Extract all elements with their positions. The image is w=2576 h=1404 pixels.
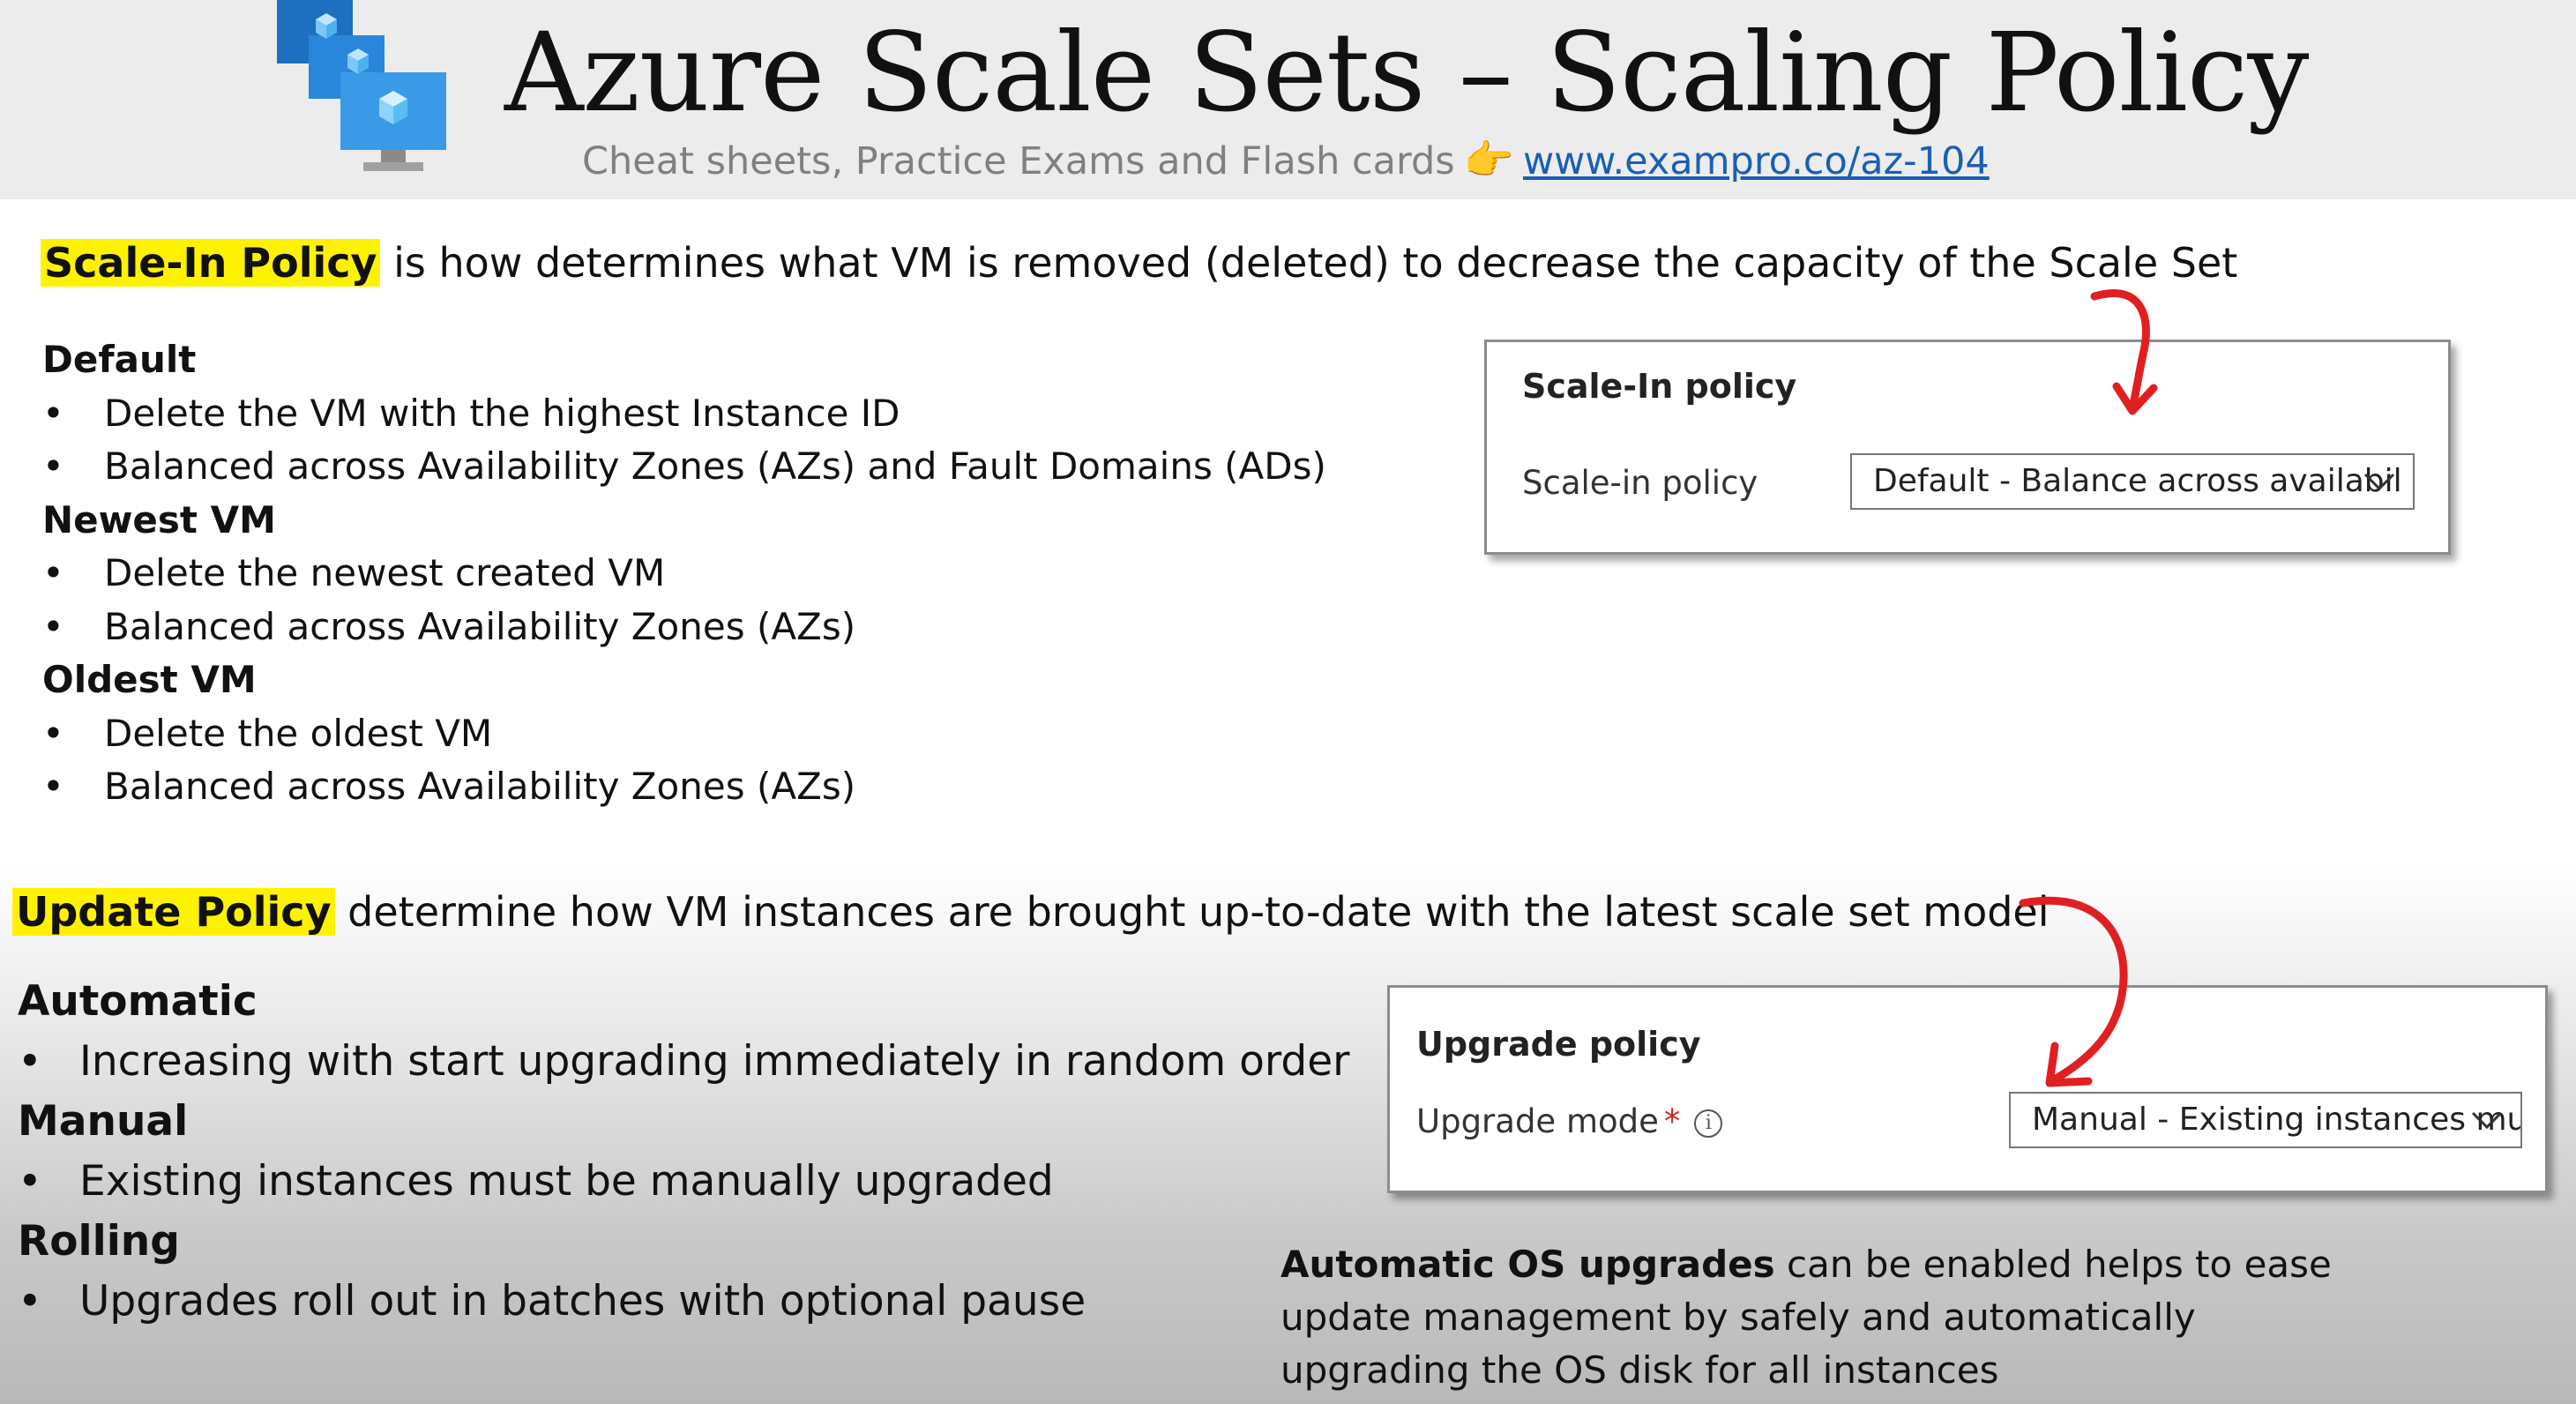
- select-value: Default - Balance across availabil: [1873, 463, 2402, 499]
- list-item: Balanced across Availability Zones (AZs): [42, 601, 1326, 654]
- upgrade-mode-select[interactable]: Manual - Existing instances mu: [2009, 1092, 2522, 1148]
- chevron-down-icon: [2363, 473, 2395, 491]
- header-bar: Azure Scale Sets – Scaling Policy Cheat …: [0, 0, 2576, 199]
- upgrade-policy-panel: Upgrade policy Upgrade mode * i Manual - E…: [1387, 985, 2548, 1193]
- note-line-1-rest: can be enabled helps to ease: [1774, 1243, 2332, 1286]
- scale-in-policy-panel: Scale-In policy Scale-in policy Default …: [1484, 340, 2451, 555]
- update-policy-intro-text: determine how VM instances are brought u…: [334, 888, 2050, 936]
- list-item: Balanced across Availability Zones (AZs): [42, 760, 1326, 814]
- list-item: Existing instances must be manually upgr…: [18, 1152, 1349, 1212]
- note-bold: Automatic OS upgrades: [1281, 1243, 1775, 1286]
- option-heading: Default: [42, 338, 197, 381]
- azure-vm-scale-set-icon: [277, 0, 446, 171]
- page-title: Azure Scale Sets – Scaling Policy: [504, 10, 2309, 137]
- option-heading: Rolling: [18, 1217, 180, 1266]
- option-heading: Newest VM: [42, 497, 276, 541]
- panel-title: Upgrade policy: [1416, 1025, 1701, 1064]
- upgrade-mode-label: Upgrade mode * i: [1416, 1102, 1723, 1140]
- update-policy-highlight: Update Policy: [12, 888, 335, 936]
- subtitle-text: Cheat sheets, Practice Exams and Flash c…: [582, 139, 1455, 183]
- list-item: Balanced across Availability Zones (AZs)…: [42, 440, 1326, 494]
- scale-in-policy-select[interactable]: Default - Balance across availabil: [1850, 453, 2415, 510]
- scale-in-highlight: Scale-In Policy: [41, 239, 381, 287]
- option-heading: Oldest VM: [42, 658, 257, 701]
- scale-in-options: Default Delete the VM with the highest I…: [42, 333, 1326, 814]
- note-line-1: Automatic OS upgrades can be enabled hel…: [1281, 1238, 2332, 1291]
- chevron-down-icon: [2471, 1111, 2503, 1130]
- red-arrow: [2019, 896, 2128, 1087]
- os-upgrades-note: Automatic OS upgrades can be enabled hel…: [1281, 1238, 2332, 1397]
- list-item: Increasing with start upgrading immediat…: [18, 1032, 1349, 1092]
- list-item: Delete the oldest VM: [42, 707, 1326, 761]
- subtitle: Cheat sheets, Practice Exams and Flash c…: [582, 132, 1990, 189]
- list-item: Delete the VM with the highest Instance …: [42, 387, 1326, 441]
- note-line-3: upgrading the OS disk for all instances: [1281, 1348, 1999, 1392]
- update-policy-intro: Update Policy determine how VM instances…: [12, 884, 2050, 940]
- update-policy-options: Automatic Increasing with start upgradin…: [18, 972, 1349, 1332]
- option-heading: Automatic: [18, 977, 258, 1026]
- required-mark: *: [1663, 1102, 1681, 1140]
- upgrade-mode-label-text: Upgrade mode: [1416, 1102, 1659, 1140]
- pointing-hand-icon: 👉: [1463, 136, 1514, 183]
- panel-title: Scale-In policy: [1522, 367, 1797, 406]
- red-arrow: [2090, 289, 2158, 415]
- note-line-2: update management by safely and automati…: [1281, 1296, 2196, 1339]
- info-icon[interactable]: i: [1694, 1109, 1723, 1138]
- option-heading: Manual: [18, 1097, 189, 1146]
- list-item: Upgrades roll out in batches with option…: [18, 1272, 1349, 1332]
- exampro-link[interactable]: www.exampro.co/az-104: [1523, 139, 1990, 183]
- list-item: Delete the newest created VM: [42, 547, 1326, 601]
- select-value: Manual - Existing instances mu: [2032, 1102, 2522, 1138]
- scale-in-intro: Scale-In Policy is how determines what V…: [41, 235, 2237, 291]
- scale-in-policy-label: Scale-in policy: [1522, 464, 1758, 502]
- scale-in-intro-text: is how determines what VM is removed (de…: [380, 239, 2238, 287]
